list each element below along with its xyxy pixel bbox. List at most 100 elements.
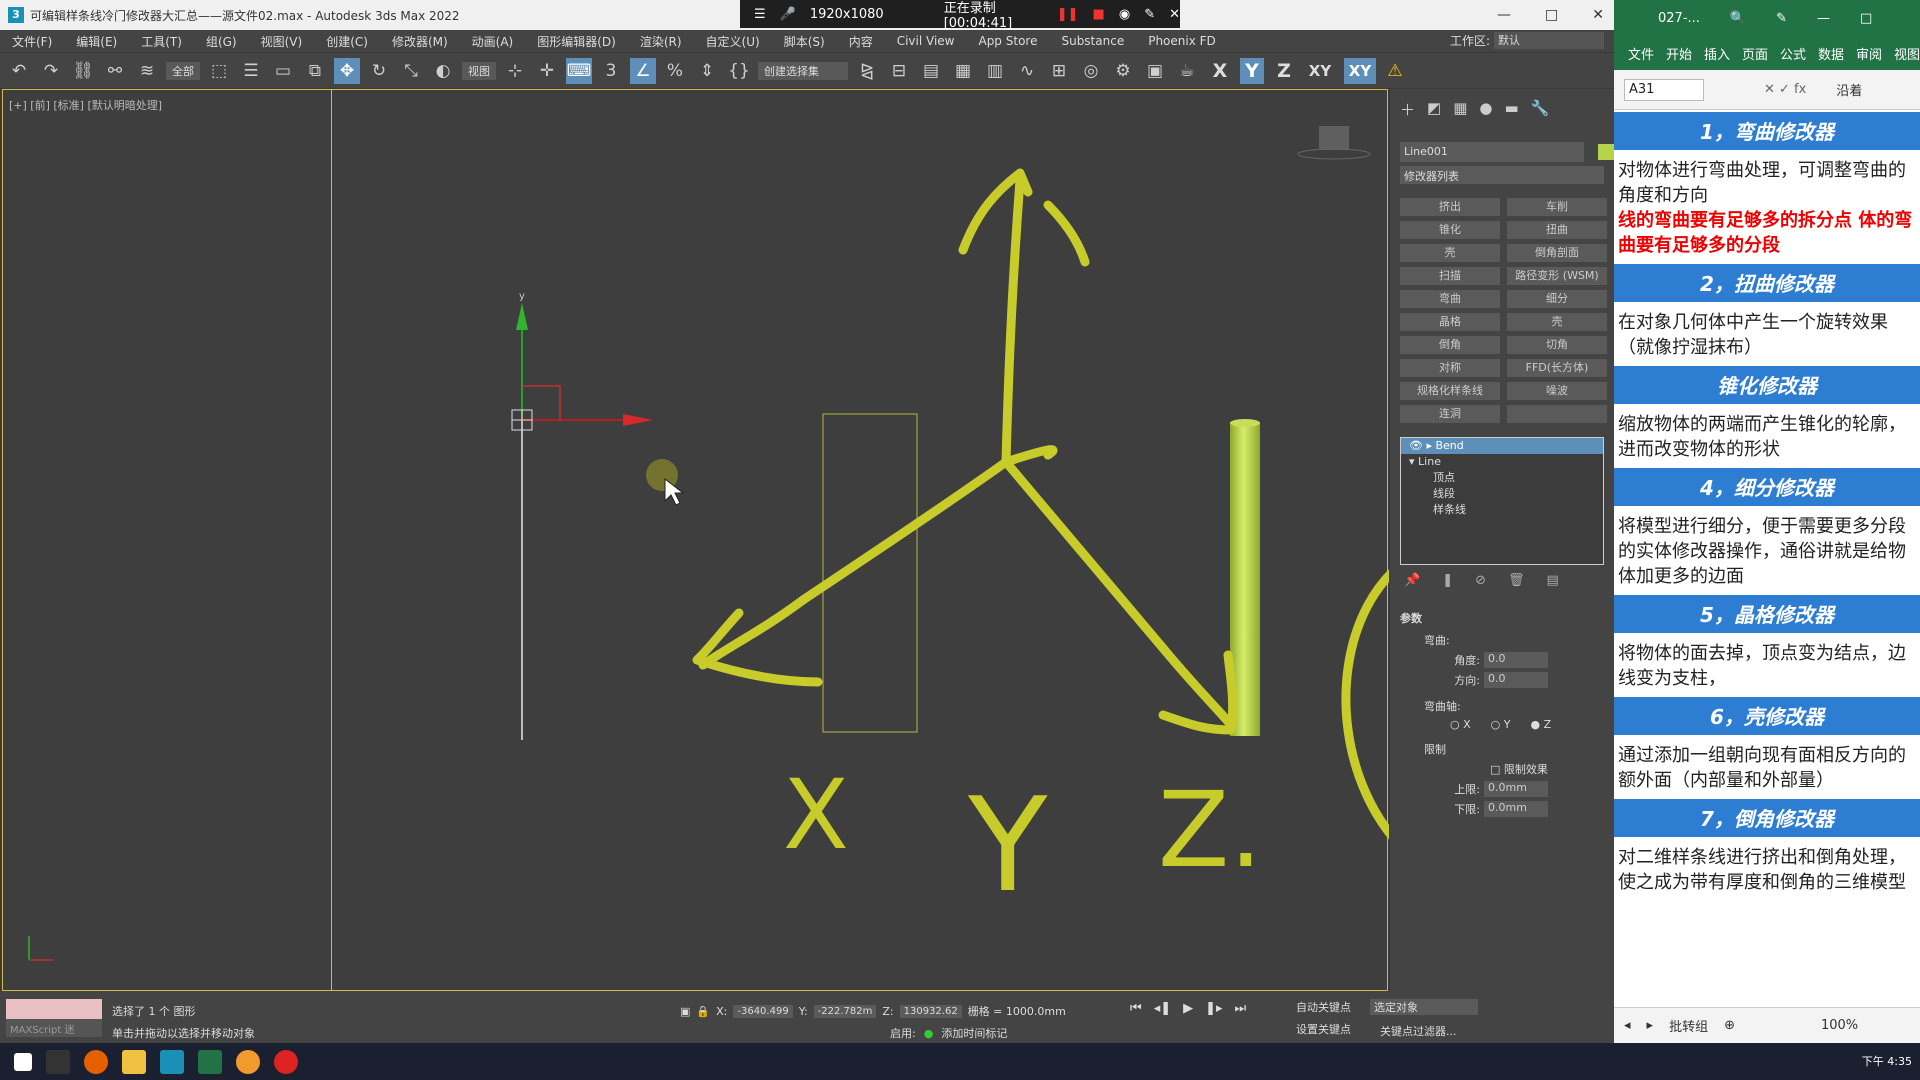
select-rotate-icon[interactable]: ↻ [366,58,392,84]
object-name-field[interactable]: Line001 [1400,142,1584,162]
render-frame-icon[interactable]: ▣ [1142,58,1168,84]
section-1-title[interactable]: 1，弯曲修改器 [1614,112,1920,152]
menu-modifiers[interactable]: 修改器(M) [380,33,460,50]
show-end-result-icon[interactable]: ❚ [1442,573,1453,588]
link-icon[interactable]: ⛓ [70,58,96,84]
minimize-button[interactable]: — [1497,7,1511,23]
mod-symmetry-button[interactable]: 对称 [1400,359,1500,377]
excel-tab-view[interactable]: 视图 [1894,44,1920,63]
modifier-list-dropdown[interactable]: 修改器列表 [1400,166,1604,184]
select-object-icon[interactable]: ⬚ [206,58,232,84]
isolate-icon[interactable]: ▣ [680,1005,690,1018]
angle-snap-icon[interactable]: ∠ [630,57,656,84]
manipulate-icon[interactable]: ✛ [534,58,560,84]
excel-name-box[interactable]: A31 [1624,78,1704,101]
place-icon[interactable]: ◐ [430,58,456,84]
menu-group[interactable]: 组(G) [194,33,249,50]
firefox-icon[interactable] [84,1049,108,1074]
section-2-title[interactable]: 2，扭曲修改器 [1614,264,1920,304]
display-tab-icon[interactable]: ▬ [1504,99,1518,120]
mod-lattice-button[interactable]: 晶格 [1400,313,1500,331]
workspace-dropdown[interactable]: 默认 [1494,32,1604,49]
rect-region-icon[interactable]: ▭ [270,58,296,84]
make-unique-icon[interactable]: ⊘ [1475,573,1486,588]
ribbon-icon[interactable]: ▥ [982,58,1008,84]
object-color-swatch[interactable] [1598,143,1614,160]
section-3-title[interactable]: 锥化修改器 [1614,366,1920,406]
excel-tab-home[interactable]: 开始 [1666,44,1692,63]
excel-tab-page[interactable]: 页面 [1742,44,1768,63]
camera-icon[interactable]: ◉ [1119,7,1130,22]
excel-sheet[interactable]: 1，弯曲修改器 对物体进行弯曲处理，可调整弯曲的角度和方向 线的弯曲要有足够多的拆… [1614,112,1920,1007]
limit-effect-checkbox[interactable]: □ 限制效果 [1490,761,1604,777]
excel-search-icon[interactable]: 🔍 [1730,11,1746,26]
gizmo-xy-plane[interactable] [522,385,561,420]
scene-explorer-icon[interactable]: ▦ [950,58,976,84]
select-move-icon[interactable]: ✥ [334,57,360,84]
mod-taper-button[interactable]: 锥化 [1400,221,1500,239]
mod-path-deform-button[interactable]: 路径变形 (WSM) [1507,267,1607,285]
select-scale-icon[interactable]: ⤡ [398,58,424,84]
mod-bevel-profile-button[interactable]: 倒角剖面 [1507,244,1607,262]
menu-scripting[interactable]: 脚本(S) [772,33,837,50]
curve-editor-icon[interactable]: ∿ [1014,58,1040,84]
remove-modifier-icon[interactable]: 🗑 [1508,573,1525,588]
expand-icon[interactable]: ▾ [1409,455,1418,468]
menu-phoenix[interactable]: Phoenix FD [1136,34,1228,48]
excel-fx-icon[interactable]: ✕ ✓ fx [1764,82,1806,97]
axis-x-button[interactable]: X [1208,58,1232,84]
stack-item-line[interactable]: ▾ Line [1401,454,1603,470]
select-by-name-icon[interactable]: ☰ [238,58,264,84]
gizmo-x-arrow[interactable] [623,414,653,426]
sheet-tab[interactable]: 批转组 [1669,1016,1708,1035]
mod-cap-holes-button[interactable]: 连洞 [1400,405,1500,423]
menu-edit[interactable]: 编辑(E) [64,33,129,50]
percent-snap-icon[interactable]: % [662,58,688,84]
render-setup-icon[interactable]: ⚙ [1110,58,1136,84]
maxscript-label[interactable]: MAXScript 迷 [6,1019,102,1037]
axis-xy-button[interactable]: XY [1304,58,1336,84]
mod-bevel-button[interactable]: 倒角 [1400,336,1500,354]
start-icon[interactable] [14,1052,32,1071]
section-4-body[interactable]: 将模型进行细分，便于需要更多分段的实体修改器操作，通俗讲就是给物体加更多的边面 [1614,508,1920,595]
pin-stack-icon[interactable]: 📌 [1404,573,1420,588]
close-button[interactable]: ✕ [1592,7,1604,23]
maxscript-listener[interactable]: MAXScript 迷 [6,999,102,1037]
mod-ffd-box-button[interactable]: FFD(长方体) [1507,359,1607,377]
sheet-prev-icon[interactable]: ◂ [1624,1018,1631,1033]
axis-y-button[interactable]: Y [1240,57,1264,84]
unlink-icon[interactable]: ⚯ [102,58,128,84]
mod-extrude-button[interactable]: 挤出 [1400,198,1500,216]
excel-tab-formula[interactable]: 公式 [1780,44,1806,63]
mod-empty-button[interactable] [1507,405,1607,423]
axis-radio-y[interactable]: ○ Y [1491,718,1511,731]
section-6-title[interactable]: 6，壳修改器 [1614,697,1920,737]
menu-content[interactable]: 内容 [837,33,885,50]
lock-icon[interactable]: 🔒 [696,1005,710,1018]
x-coord-field[interactable]: -3640.499 [733,1004,793,1018]
motion-tab-icon[interactable]: ● [1479,99,1492,120]
menu-icon[interactable]: ☰ [754,7,766,22]
layer-explorer-icon[interactable]: ▤ [918,58,944,84]
excel-tab-data[interactable]: 数据 [1818,44,1844,63]
mod-bend-button[interactable]: 弯曲 [1400,290,1500,308]
angle-spinner[interactable]: 0.0 [1484,652,1548,668]
section-5-body[interactable]: 将物体的面去掉，顶点变为结点，边线变为支柱， [1614,635,1920,697]
menu-civil-view[interactable]: Civil View [885,34,967,48]
render-icon[interactable]: ☕ [1174,58,1200,84]
play-icon[interactable]: ▶ [1183,1001,1193,1016]
section-7-body[interactable]: 对二维样条线进行挤出和倒角处理，使之成为带有厚度和倒角的三维模型 [1614,839,1920,901]
stack-sub-vertex[interactable]: 顶点 [1401,470,1603,486]
mod-shell2-button[interactable]: 壳 [1507,313,1607,331]
undo-icon[interactable]: ↶ [6,58,32,84]
task-view-icon[interactable] [46,1049,70,1074]
explorer-icon[interactable] [122,1049,146,1074]
maximize-button[interactable]: □ [1545,7,1558,23]
app-orange-icon[interactable] [236,1049,260,1074]
mod-sweep-button[interactable]: 扫描 [1400,267,1500,285]
prev-frame-icon[interactable]: ◂❚ [1154,1001,1171,1016]
hierarchy-tab-icon[interactable]: ▦ [1453,99,1467,120]
menu-customize[interactable]: 自定义(U) [694,33,772,50]
pivot-icon[interactable]: ⊹ [502,58,528,84]
mod-noise-button[interactable]: 噪波 [1507,382,1607,400]
